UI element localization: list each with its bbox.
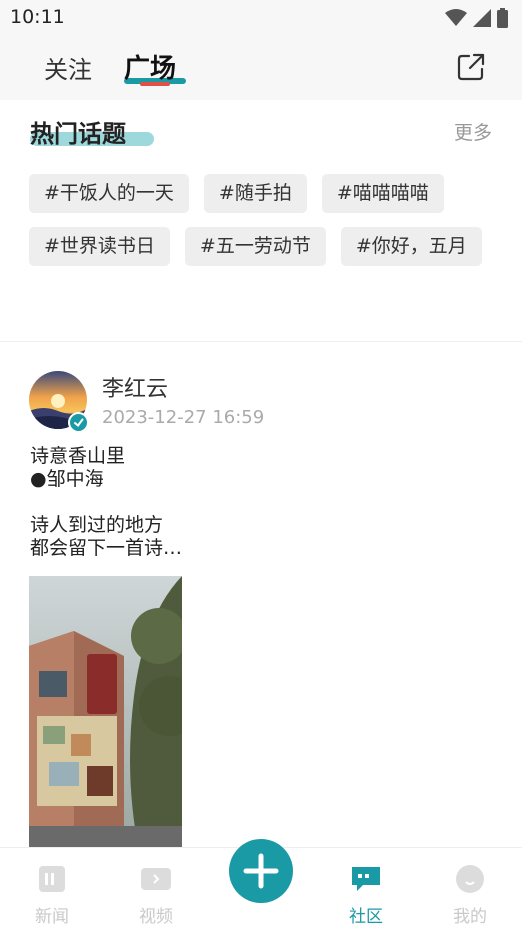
- post-line: 诗人到过的地方: [30, 514, 164, 536]
- news-icon: [39, 866, 65, 892]
- topic-chip[interactable]: #随手拍: [203, 174, 307, 213]
- wifi-icon: [445, 9, 467, 26]
- nav-mine[interactable]: 我的: [440, 864, 500, 927]
- topic-chip[interactable]: #五一劳动节: [184, 227, 326, 266]
- checkmark-icon: [74, 418, 84, 427]
- status-bar: 10:11: [0, 0, 522, 36]
- post-image[interactable]: [29, 576, 182, 851]
- post-line-blank: [30, 491, 182, 514]
- topic-chip[interactable]: #干饭人的一天: [29, 174, 189, 213]
- plus-icon: [243, 853, 279, 889]
- more-topics-link[interactable]: 更多: [454, 118, 492, 145]
- post-line: ●邹中海: [30, 468, 104, 490]
- top-nav: 关注 广场: [0, 36, 522, 100]
- share-icon[interactable]: [456, 52, 486, 82]
- topic-chip-list: #干饭人的一天 #随手拍 #喵喵喵喵 #世界读书日 #五一劳动节 #你好，五月: [29, 174, 499, 266]
- topic-chip[interactable]: #世界读书日: [29, 227, 170, 266]
- post-timestamp: 2023-12-27 16:59: [102, 407, 265, 428]
- nav-mine-label: 我的: [453, 907, 487, 927]
- post-line: 都会留下一首诗…: [30, 537, 183, 559]
- bottom-nav: 新闻 视频 社区 我的: [0, 839, 522, 929]
- nav-video[interactable]: 视频: [126, 864, 186, 927]
- nav-community[interactable]: 社区: [336, 864, 396, 927]
- post-author[interactable]: 李红云: [102, 371, 168, 403]
- topic-chip[interactable]: #你好，五月: [340, 227, 482, 266]
- signal-icon: [473, 9, 491, 27]
- nav-community-label: 社区: [349, 907, 383, 927]
- add-post-button[interactable]: [229, 839, 293, 903]
- nav-news-label: 新闻: [35, 907, 69, 927]
- nav-video-label: 视频: [139, 907, 173, 927]
- video-icon: [141, 868, 171, 890]
- topic-chip[interactable]: #喵喵喵喵: [321, 174, 444, 213]
- post-line: 诗意香山里: [30, 445, 126, 467]
- hot-topics-title: 热门话题: [30, 120, 126, 148]
- tab-follow[interactable]: 关注: [44, 50, 92, 85]
- hot-topics-section: 热门话题 更多 #干饭人的一天 #随手拍 #喵喵喵喵 #世界读书日 #五一劳动节…: [0, 100, 522, 342]
- hot-topics-header: 热门话题: [30, 114, 154, 149]
- status-icons: [445, 8, 508, 28]
- status-time: 10:11: [10, 6, 65, 28]
- community-icon: [352, 867, 380, 891]
- tab-square[interactable]: 广场: [124, 48, 176, 85]
- post-text[interactable]: 诗意香山里 ●邹中海 诗人到过的地方 都会留下一首诗…: [30, 445, 182, 560]
- nav-news[interactable]: 新闻: [22, 864, 82, 927]
- profile-icon: [456, 865, 484, 893]
- verified-badge: [68, 412, 89, 433]
- battery-icon: [497, 8, 508, 28]
